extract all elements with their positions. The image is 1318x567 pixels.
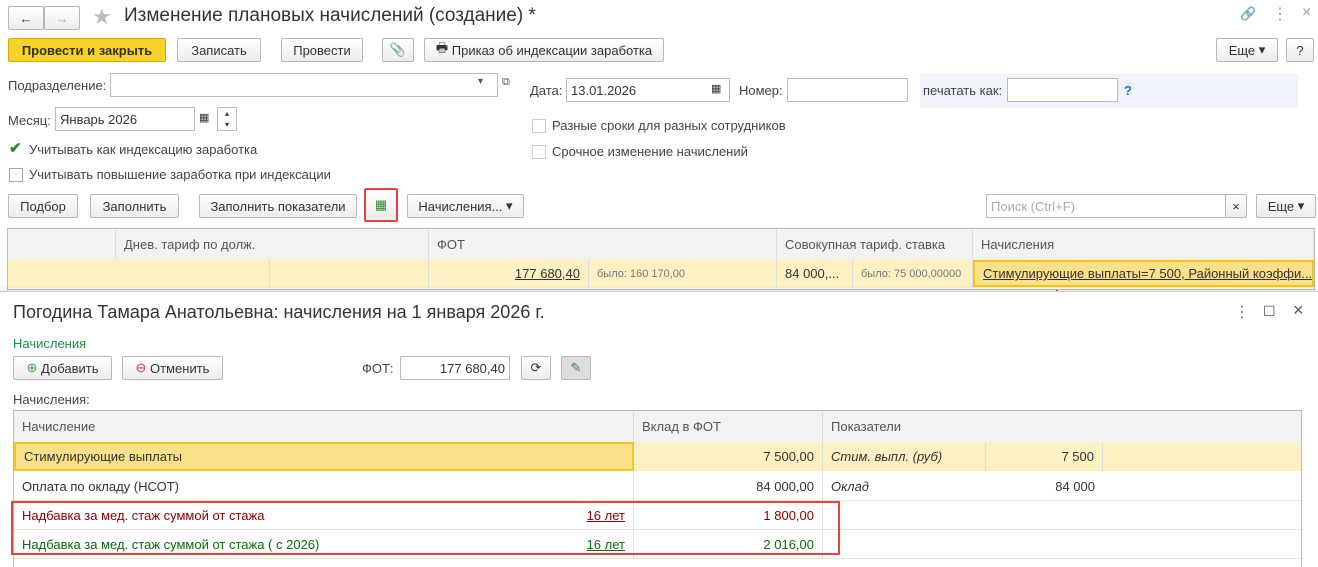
rate-value: 84 000,... xyxy=(777,259,853,288)
accrual-name: Оплата по окладу (НСОТ) xyxy=(14,471,634,501)
post-and-close-button[interactable]: Провести и закрыть xyxy=(8,38,166,62)
indicator-name: Стим. выпл. (руб) xyxy=(823,442,986,471)
dialog-close-icon[interactable]: × xyxy=(1293,300,1304,321)
column-header[interactable]: Вклад в ФОТ xyxy=(634,411,823,442)
printer-icon: 🖶 xyxy=(435,40,452,55)
accruals-menu-button[interactable]: Начисления... ▾ xyxy=(407,194,524,218)
column-header[interactable]: ФОТ xyxy=(429,229,777,259)
more-label: Еще xyxy=(1228,42,1256,58)
list-label: Начисления: xyxy=(13,392,90,407)
forward-button[interactable]: → xyxy=(44,6,80,30)
fot-field[interactable]: 177 680,40 xyxy=(400,356,510,380)
search-input[interactable]: Поиск (Ctrl+F) xyxy=(986,194,1226,218)
month-field[interactable]: Январь 2026 xyxy=(55,107,195,131)
table-more-label: Еще xyxy=(1267,198,1295,214)
save-button[interactable]: Записать xyxy=(177,38,261,62)
column-header[interactable]: Днев. тариф по долж. xyxy=(116,229,429,259)
add-icon: ⊕ xyxy=(26,360,42,375)
rate-was: было: 75 000,00000 xyxy=(853,259,973,288)
indexation-label: Учитывать как индексацию заработка xyxy=(29,142,258,157)
number-field[interactable] xyxy=(787,78,908,102)
add-table-icon[interactable]: ▦ xyxy=(364,188,398,222)
calendar-icon[interactable]: ▦ xyxy=(711,82,721,95)
open-icon[interactable]: ⧉ xyxy=(502,76,510,89)
close-icon[interactable]: × xyxy=(1302,4,1311,22)
edit-pencil-icon[interactable]: ✎ xyxy=(561,356,591,380)
clear-search-button[interactable]: × xyxy=(1225,194,1247,218)
help-button[interactable]: ? xyxy=(1286,38,1314,62)
calendar-icon[interactable]: ▦ xyxy=(199,111,209,124)
fot-was: было: 160 170,00 xyxy=(589,259,777,288)
cell-empty xyxy=(116,259,270,288)
division-label: Подразделение: xyxy=(8,78,107,93)
accrual-amount: 7 500,00 xyxy=(634,442,823,471)
cancel-icon: ⊖ xyxy=(135,360,151,375)
fill-indicators-button[interactable]: Заполнить показатели xyxy=(199,194,357,218)
accruals-link[interactable]: Стимулирующие выплаты=7 500, Районный ко… xyxy=(973,260,1314,287)
month-stepper[interactable]: ▴ ▾ xyxy=(217,107,237,131)
date-label: Дата: xyxy=(530,83,563,98)
month-label: Месяц: xyxy=(8,113,51,128)
fot-value-link[interactable]: 177 680,40 xyxy=(429,259,589,288)
raise-checkbox[interactable] xyxy=(9,168,23,182)
urgent-label: Срочное изменение начислений xyxy=(552,144,748,159)
division-field[interactable] xyxy=(110,73,498,97)
maximize-icon[interactable]: ☐ xyxy=(1263,303,1276,320)
refresh-icon[interactable]: ⟳ xyxy=(521,356,551,380)
cell-empty xyxy=(270,259,429,288)
column-header[interactable]: Начисления xyxy=(973,229,1314,259)
back-button[interactable]: ← xyxy=(8,6,44,30)
fill-button[interactable]: Заполнить xyxy=(90,194,179,218)
print-order-label: Приказ об индексации заработка xyxy=(451,42,653,58)
indicator-name: Оклад xyxy=(831,478,869,494)
urgent-checkbox[interactable] xyxy=(532,145,546,159)
indexation-checkbox[interactable]: ✔ xyxy=(9,141,23,156)
attach-icon[interactable]: 📎 xyxy=(382,38,414,62)
pick-button[interactable]: Подбор xyxy=(8,194,78,218)
menu-icon[interactable]: ⋮ xyxy=(1272,4,1288,24)
window-title: Изменение плановых начислений (создание)… xyxy=(124,5,536,26)
dialog-menu-icon[interactable]: ⋮ xyxy=(1234,302,1250,322)
indicator-value[interactable]: 7 500 xyxy=(986,442,1103,471)
dialog-title: Погодина Тамара Анатольевна: начисления … xyxy=(13,302,545,322)
column-header[interactable] xyxy=(8,229,116,259)
print-order-button[interactable]: 🖶 Приказ об индексации заработка xyxy=(424,38,664,62)
fot-label: ФОТ: xyxy=(362,361,394,376)
indicator-value: 84 000 xyxy=(1055,478,1095,494)
diff-terms-label: Разные сроки для разных сотрудников xyxy=(552,118,786,133)
print-as-help-link[interactable]: ? xyxy=(1124,83,1132,98)
dropdown-icon[interactable]: ▾ xyxy=(478,76,483,87)
accrual-amount: 84 000,00 xyxy=(634,471,823,501)
print-as-field[interactable] xyxy=(1007,78,1118,102)
column-header[interactable]: Совокупная тариф. ставка xyxy=(777,229,973,259)
link-icon[interactable]: 🔗 xyxy=(1240,6,1256,22)
add-button[interactable]: ⊕ Добавить xyxy=(13,356,112,380)
diff-terms-checkbox[interactable] xyxy=(532,119,546,133)
accrual-name[interactable]: Стимулирующие выплаты xyxy=(14,442,634,471)
number-label: Номер: xyxy=(739,83,783,98)
cancel-button[interactable]: ⊖ Отменить xyxy=(122,356,223,380)
column-header[interactable]: Показатели xyxy=(823,411,1301,442)
favorite-star-icon[interactable]: ★ xyxy=(92,4,112,30)
table-more-button[interactable]: Еще ▾ xyxy=(1256,194,1316,218)
column-header[interactable]: Начисление xyxy=(14,411,634,442)
accruals-menu-label: Начисления... xyxy=(418,198,503,214)
add-label: Добавить xyxy=(41,360,99,376)
post-button[interactable]: Провести xyxy=(281,38,363,62)
cancel-label: Отменить xyxy=(150,360,210,376)
date-field[interactable]: 13.01.2026 xyxy=(566,78,730,102)
raise-label: Учитывать повышение заработка при индекс… xyxy=(29,167,331,182)
more-button[interactable]: Еще ▾ xyxy=(1216,38,1278,62)
section-title: Начисления xyxy=(13,336,87,351)
highlight-box xyxy=(11,501,840,555)
print-as-label: печатать как: xyxy=(923,83,1003,98)
